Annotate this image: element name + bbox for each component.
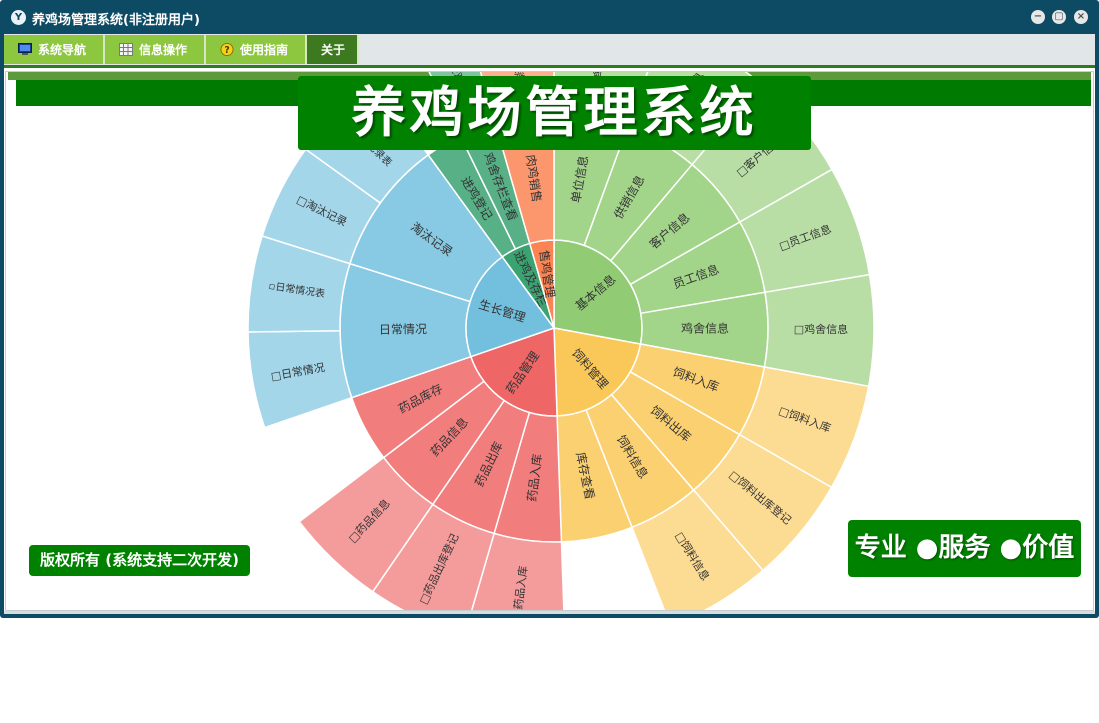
svg-text:?: ? (224, 45, 229, 56)
menu-user-guide[interactable]: ? 使用指南 (206, 35, 307, 64)
app-logo-icon: Y (11, 10, 26, 25)
help-icon: ? (220, 43, 234, 56)
monitor-icon (18, 43, 32, 55)
slogan-badge: 专业 ●服务 ●价值 (848, 520, 1081, 577)
content-panel: 基本信息单位信息□单位信息供销信息□供销信息客户信息□客户信息员工信息□员工信息… (5, 71, 1094, 611)
menu-label: 关于 (321, 43, 346, 57)
menu-label: 系统导航 (38, 43, 87, 57)
sunburst-leaf-3-0-0[interactable] (247, 330, 353, 429)
close-button[interactable]: × (1074, 10, 1088, 24)
sunburst-item-label: 鸡舍信息 (681, 320, 729, 335)
window-title: 养鸡场管理系统(非注册用户) (32, 13, 200, 28)
maximize-button[interactable]: ▢ (1052, 10, 1066, 24)
menu-info-ops[interactable]: 信息操作 (105, 35, 206, 64)
grid-icon (119, 43, 133, 56)
menu-system-nav[interactable]: 系统导航 (4, 35, 105, 64)
minimize-button[interactable]: − (1031, 10, 1045, 24)
app-window: Y 养鸡场管理系统(非注册用户) − ▢ × 系统导航 信息操作 ? 使用指南 … (0, 0, 1099, 618)
menu-bar: 系统导航 信息操作 ? 使用指南 关于 (4, 34, 1095, 65)
menu-label: 信息操作 (139, 43, 188, 57)
copyright-badge: 版权所有 (系统支持二次开发) (29, 545, 250, 576)
menu-divider (4, 65, 1095, 68)
client-area: 系统导航 信息操作 ? 使用指南 关于 基本信息 单位信息 供销信息 客户信息 … (4, 34, 1095, 614)
main-title: 养鸡场管理系统 (298, 76, 811, 150)
sunburst-leaf-label: □鸡舍信息 (794, 322, 849, 336)
menu-label: 使用指南 (240, 43, 289, 57)
sunburst-item-label: 日常情况 (379, 322, 427, 337)
status-bar (4, 611, 1095, 614)
menu-about[interactable]: 关于 (307, 35, 359, 64)
title-bar[interactable]: Y 养鸡场管理系统(非注册用户) − ▢ × (0, 0, 1099, 34)
